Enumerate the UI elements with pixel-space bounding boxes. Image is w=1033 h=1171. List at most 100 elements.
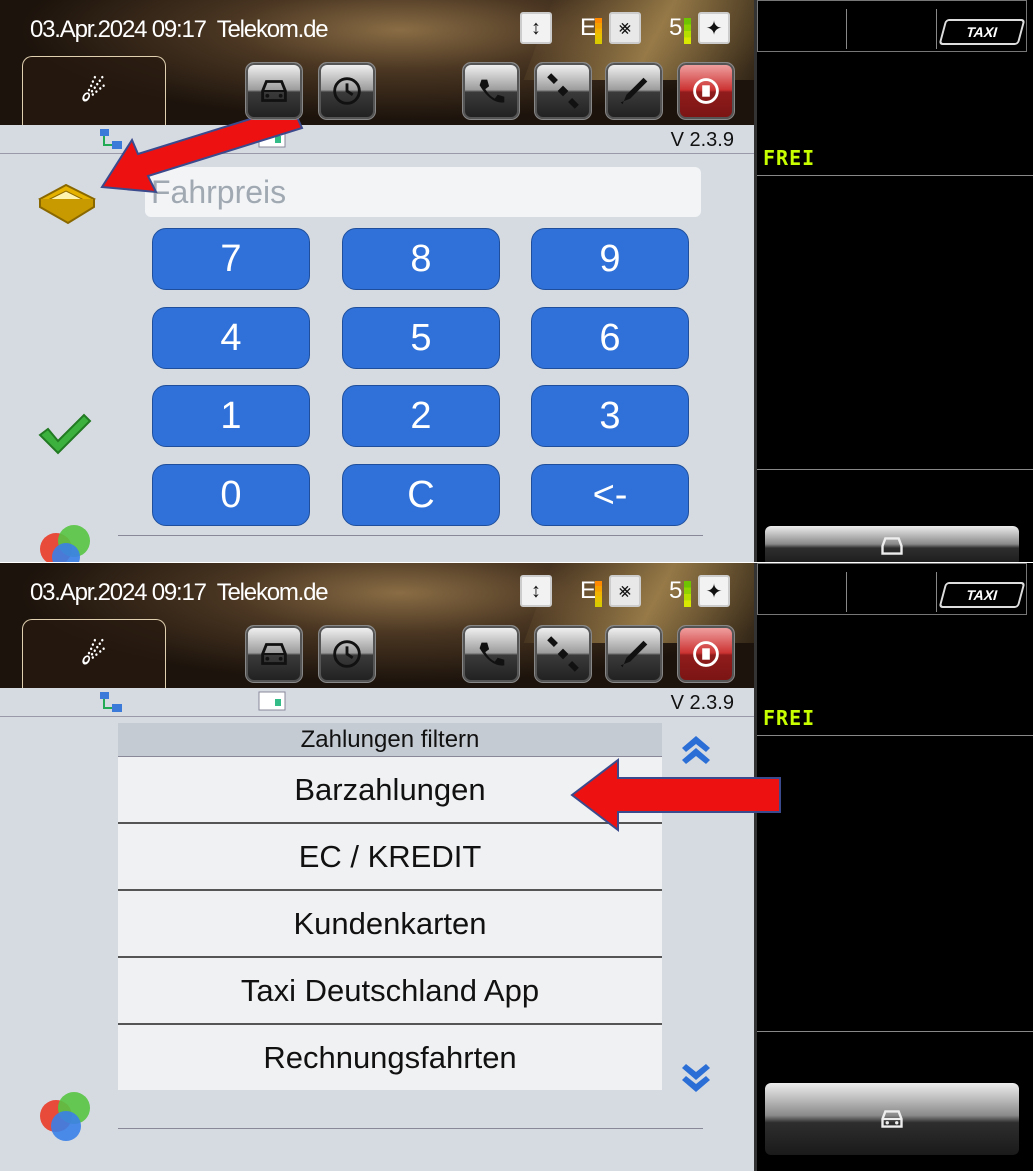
settings-button[interactable] (605, 62, 663, 120)
keypad-divider (118, 535, 703, 536)
meter-separator (846, 9, 847, 49)
meter-top-bar: TAXI (757, 563, 1027, 615)
content-header: V 2.3.9 (0, 688, 754, 717)
network-icon (100, 129, 122, 149)
meter-status: FREI (763, 706, 816, 730)
menu-icon: ☄ (81, 76, 107, 107)
meter-divider (757, 175, 1033, 176)
logout-button[interactable] (677, 625, 735, 683)
taximeter-panel: TAXI FREI (754, 0, 1033, 562)
timer-button[interactable] (318, 625, 376, 683)
network-type: E (580, 14, 597, 41)
key-backspace[interactable]: <- (531, 464, 689, 526)
inbox-tray-icon[interactable] (36, 177, 98, 225)
payment-filter-screen: 03.Apr.2024 09:17 Telekom.de ↕ E ⨳ 5 ✦ ☄ (0, 563, 1033, 1171)
filter-item-rechnungsfahrten[interactable]: Rechnungsfahrten (118, 1025, 662, 1090)
taxi-icon (881, 1110, 903, 1128)
satellite-status-icon: ✦ (698, 575, 730, 607)
message-card-icon (258, 128, 286, 148)
logout-button[interactable] (677, 62, 735, 120)
taxi-icon (261, 80, 287, 102)
network-type: E (580, 577, 597, 604)
taxi-icon (261, 643, 287, 665)
key-6[interactable]: 6 (531, 307, 689, 369)
phone-icon (479, 79, 505, 103)
list-divider (118, 1128, 703, 1129)
key-clear[interactable]: C (342, 464, 500, 526)
signal-bars-icon (595, 18, 602, 44)
filter-item-kundenkarten[interactable]: Kundenkarten (118, 891, 662, 958)
filter-title: Zahlungen filtern (118, 723, 662, 757)
meter-top-bar: TAXI (757, 0, 1027, 52)
taxi-sign: TAXI (938, 582, 1026, 608)
meter-taxi-button[interactable] (765, 1083, 1019, 1155)
key-7[interactable]: 7 (152, 228, 310, 290)
status-bar: 03.Apr.2024 09:17 Telekom.de ↕ E ⨳ 5 ✦ ☄ (0, 0, 754, 125)
phone-button[interactable] (462, 62, 520, 120)
clock-icon (333, 77, 361, 105)
meter-separator (936, 572, 937, 612)
meter-divider (757, 735, 1033, 736)
key-9[interactable]: 9 (531, 228, 689, 290)
key-2[interactable]: 2 (342, 385, 500, 447)
key-1[interactable]: 1 (152, 385, 310, 447)
signal-bars-icon (595, 581, 602, 607)
timer-button[interactable] (318, 62, 376, 120)
key-3[interactable]: 3 (531, 385, 689, 447)
version-label: V 2.3.9 (670, 692, 734, 714)
key-0[interactable]: 0 (152, 464, 310, 526)
tools-icon (620, 640, 648, 668)
message-card-icon (258, 691, 286, 711)
gps-strength-icon (684, 581, 691, 607)
checkmark-icon[interactable] (36, 409, 92, 457)
meter-status: FREI (763, 146, 816, 170)
taxi-sign: TAXI (938, 19, 1026, 45)
filter-item-ec-kredit[interactable]: EC / KREDIT (118, 824, 662, 891)
scroll-up-icon[interactable] (676, 728, 716, 768)
gprs-icon: ⨳ (609, 12, 641, 44)
status-bar: 03.Apr.2024 09:17 Telekom.de ↕ E ⨳ 5 ✦ ☄ (0, 563, 754, 688)
key-5[interactable]: 5 (342, 307, 500, 369)
meter-divider (757, 1031, 1033, 1032)
filter-item-taxi-deutschland-app[interactable]: Taxi Deutschland App (118, 958, 662, 1025)
satellite-count: 5 (669, 577, 683, 604)
clock-icon (333, 640, 361, 668)
payment-filter-list: Zahlungen filtern Barzahlungen EC / KRED… (118, 723, 662, 1090)
meter-separator (936, 9, 937, 49)
meter-separator (846, 572, 847, 612)
satellite-button[interactable] (534, 62, 592, 120)
meter-divider (757, 469, 1033, 470)
logout-icon (693, 78, 719, 104)
gps-strength-icon (684, 18, 691, 44)
taxi-button[interactable] (245, 62, 303, 120)
scroll-down-icon[interactable] (676, 1060, 716, 1100)
status-datetime: 03.Apr.2024 09:17 Telekom.de (30, 16, 329, 43)
keypad-screen: 03.Apr.2024 09:17 Telekom.de ↕ E ⨳ 5 ✦ ☄ (0, 0, 1033, 562)
fare-input[interactable]: Fahrpreis (145, 167, 701, 217)
menu-tab[interactable]: ☄ (22, 619, 166, 688)
phone-button[interactable] (462, 625, 520, 683)
menu-tab[interactable]: ☄ (22, 56, 166, 125)
tools-icon (620, 77, 648, 105)
status-datetime: 03.Apr.2024 09:17 Telekom.de (30, 579, 329, 606)
version-label: V 2.3.9 (670, 129, 734, 151)
settings-button[interactable] (605, 625, 663, 683)
logout-icon (693, 641, 719, 667)
color-circles-icon[interactable] (36, 1090, 96, 1148)
satellite-status-icon: ✦ (698, 12, 730, 44)
meter-taxi-button[interactable] (765, 526, 1019, 562)
key-8[interactable]: 8 (342, 228, 500, 290)
keypad-area: V 2.3.9 Fahrpreis 7 8 9 4 5 6 1 2 3 0 C … (0, 125, 754, 562)
satellite-button[interactable] (534, 625, 592, 683)
gprs-icon: ⨳ (609, 575, 641, 607)
key-4[interactable]: 4 (152, 307, 310, 369)
color-circles-icon[interactable] (36, 523, 96, 562)
filter-item-barzahlungen[interactable]: Barzahlungen (118, 757, 662, 824)
gps-needle-icon: ↕ (520, 12, 552, 44)
phone-icon (479, 642, 505, 666)
filter-area: V 2.3.9 Zahlungen filtern Barzahlungen E… (0, 688, 754, 1171)
taxi-icon (881, 537, 903, 555)
content-header: V 2.3.9 (0, 125, 754, 154)
satellite-icon (547, 636, 579, 672)
taxi-button[interactable] (245, 625, 303, 683)
